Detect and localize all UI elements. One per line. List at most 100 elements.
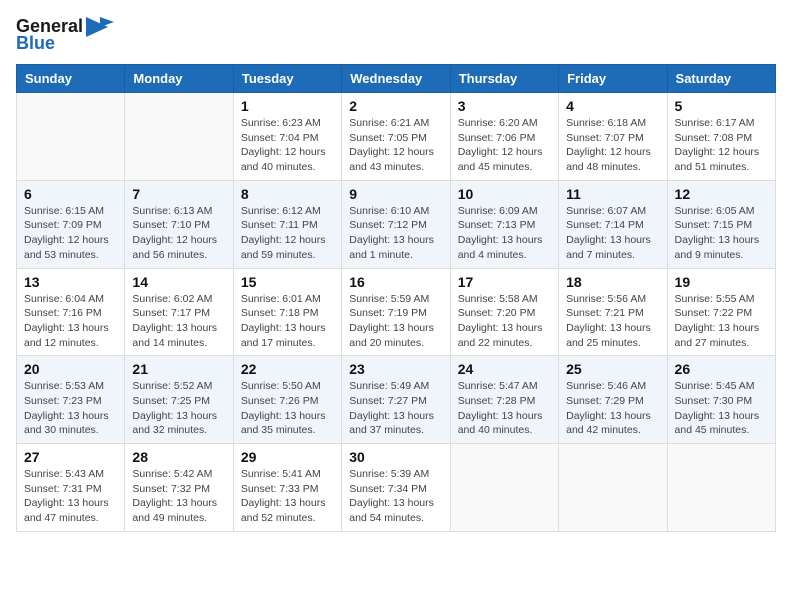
day-number: 30 bbox=[349, 449, 442, 465]
day-info: Sunrise: 6:20 AM Sunset: 7:06 PM Dayligh… bbox=[458, 116, 551, 175]
logo-flag-icon bbox=[86, 17, 114, 37]
calendar-week-row: 6 Sunrise: 6:15 AM Sunset: 7:09 PM Daylig… bbox=[17, 180, 776, 268]
calendar-week-row: 1 Sunrise: 6:23 AM Sunset: 7:04 PM Daylig… bbox=[17, 93, 776, 181]
day-of-week-header: Saturday bbox=[667, 65, 775, 93]
calendar-cell: 15 Sunrise: 6:01 AM Sunset: 7:18 PM Dayli… bbox=[233, 268, 341, 356]
calendar-cell: 19 Sunrise: 5:55 AM Sunset: 7:22 PM Dayli… bbox=[667, 268, 775, 356]
day-number: 29 bbox=[241, 449, 334, 465]
calendar-cell: 13 Sunrise: 6:04 AM Sunset: 7:16 PM Dayli… bbox=[17, 268, 125, 356]
day-number: 12 bbox=[675, 186, 768, 202]
day-number: 15 bbox=[241, 274, 334, 290]
day-of-week-header: Sunday bbox=[17, 65, 125, 93]
day-number: 8 bbox=[241, 186, 334, 202]
calendar-cell bbox=[667, 444, 775, 532]
day-info: Sunrise: 6:12 AM Sunset: 7:11 PM Dayligh… bbox=[241, 204, 334, 263]
calendar-week-row: 27 Sunrise: 5:43 AM Sunset: 7:31 PM Dayli… bbox=[17, 444, 776, 532]
day-info: Sunrise: 5:58 AM Sunset: 7:20 PM Dayligh… bbox=[458, 292, 551, 351]
day-info: Sunrise: 6:17 AM Sunset: 7:08 PM Dayligh… bbox=[675, 116, 768, 175]
day-info: Sunrise: 5:47 AM Sunset: 7:28 PM Dayligh… bbox=[458, 379, 551, 438]
calendar-cell: 28 Sunrise: 5:42 AM Sunset: 7:32 PM Dayli… bbox=[125, 444, 233, 532]
day-info: Sunrise: 6:18 AM Sunset: 7:07 PM Dayligh… bbox=[566, 116, 659, 175]
calendar-cell: 22Sunrise: 5:50 AM Sunset: 7:26 PM Dayli… bbox=[233, 356, 341, 444]
calendar-cell: 12 Sunrise: 6:05 AM Sunset: 7:15 PM Dayli… bbox=[667, 180, 775, 268]
day-info: Sunrise: 5:56 AM Sunset: 7:21 PM Dayligh… bbox=[566, 292, 659, 351]
day-of-week-header: Thursday bbox=[450, 65, 558, 93]
day-info: Sunrise: 5:53 AM Sunset: 7:23 PM Dayligh… bbox=[24, 379, 117, 438]
day-info: Sunrise: 5:46 AM Sunset: 7:29 PM Dayligh… bbox=[566, 379, 659, 438]
calendar-cell: 27 Sunrise: 5:43 AM Sunset: 7:31 PM Dayli… bbox=[17, 444, 125, 532]
day-info: Sunrise: 6:21 AM Sunset: 7:05 PM Dayligh… bbox=[349, 116, 442, 175]
day-number: 20 bbox=[24, 361, 117, 377]
calendar-cell: 14Sunrise: 6:02 AM Sunset: 7:17 PM Dayli… bbox=[125, 268, 233, 356]
day-info: Sunrise: 6:13 AM Sunset: 7:10 PM Dayligh… bbox=[132, 204, 225, 263]
day-number: 6 bbox=[24, 186, 117, 202]
day-number: 14 bbox=[132, 274, 225, 290]
day-info: Sunrise: 5:55 AM Sunset: 7:22 PM Dayligh… bbox=[675, 292, 768, 351]
day-number: 4 bbox=[566, 98, 659, 114]
calendar-cell: 4 Sunrise: 6:18 AM Sunset: 7:07 PM Daylig… bbox=[559, 93, 667, 181]
calendar-cell: 9 Sunrise: 6:10 AM Sunset: 7:12 PM Daylig… bbox=[342, 180, 450, 268]
day-info: Sunrise: 6:10 AM Sunset: 7:12 PM Dayligh… bbox=[349, 204, 442, 263]
calendar-table: SundayMondayTuesdayWednesdayThursdayFrid… bbox=[16, 64, 776, 532]
logo: General Blue bbox=[16, 16, 114, 54]
day-number: 2 bbox=[349, 98, 442, 114]
calendar-cell: 20 Sunrise: 5:53 AM Sunset: 7:23 PM Dayli… bbox=[17, 356, 125, 444]
calendar-cell: 7 Sunrise: 6:13 AM Sunset: 7:10 PM Daylig… bbox=[125, 180, 233, 268]
calendar-cell: 26Sunrise: 5:45 AM Sunset: 7:30 PM Dayli… bbox=[667, 356, 775, 444]
calendar-cell: 8 Sunrise: 6:12 AM Sunset: 7:11 PM Daylig… bbox=[233, 180, 341, 268]
calendar-cell: 6 Sunrise: 6:15 AM Sunset: 7:09 PM Daylig… bbox=[17, 180, 125, 268]
day-number: 10 bbox=[458, 186, 551, 202]
day-of-week-header: Monday bbox=[125, 65, 233, 93]
calendar-cell bbox=[125, 93, 233, 181]
calendar-cell: 17Sunrise: 5:58 AM Sunset: 7:20 PM Dayli… bbox=[450, 268, 558, 356]
logo-blue-text: Blue bbox=[16, 33, 55, 54]
day-info: Sunrise: 6:01 AM Sunset: 7:18 PM Dayligh… bbox=[241, 292, 334, 351]
day-number: 25 bbox=[566, 361, 659, 377]
day-info: Sunrise: 5:42 AM Sunset: 7:32 PM Dayligh… bbox=[132, 467, 225, 526]
calendar-cell bbox=[559, 444, 667, 532]
day-info: Sunrise: 6:23 AM Sunset: 7:04 PM Dayligh… bbox=[241, 116, 334, 175]
day-info: Sunrise: 5:49 AM Sunset: 7:27 PM Dayligh… bbox=[349, 379, 442, 438]
day-info: Sunrise: 5:52 AM Sunset: 7:25 PM Dayligh… bbox=[132, 379, 225, 438]
calendar-cell: 1 Sunrise: 6:23 AM Sunset: 7:04 PM Daylig… bbox=[233, 93, 341, 181]
day-number: 23 bbox=[349, 361, 442, 377]
calendar-cell: 10Sunrise: 6:09 AM Sunset: 7:13 PM Dayli… bbox=[450, 180, 558, 268]
calendar-cell: 21 Sunrise: 5:52 AM Sunset: 7:25 PM Dayli… bbox=[125, 356, 233, 444]
calendar-cell: 2 Sunrise: 6:21 AM Sunset: 7:05 PM Daylig… bbox=[342, 93, 450, 181]
day-of-week-header: Friday bbox=[559, 65, 667, 93]
day-number: 13 bbox=[24, 274, 117, 290]
day-info: Sunrise: 6:05 AM Sunset: 7:15 PM Dayligh… bbox=[675, 204, 768, 263]
day-info: Sunrise: 5:59 AM Sunset: 7:19 PM Dayligh… bbox=[349, 292, 442, 351]
day-number: 11 bbox=[566, 186, 659, 202]
calendar-cell bbox=[17, 93, 125, 181]
calendar-cell: 23 Sunrise: 5:49 AM Sunset: 7:27 PM Dayli… bbox=[342, 356, 450, 444]
day-number: 28 bbox=[132, 449, 225, 465]
calendar-cell: 18 Sunrise: 5:56 AM Sunset: 7:21 PM Dayli… bbox=[559, 268, 667, 356]
calendar-cell bbox=[450, 444, 558, 532]
page-header: General Blue bbox=[16, 16, 776, 54]
day-number: 1 bbox=[241, 98, 334, 114]
day-info: Sunrise: 6:15 AM Sunset: 7:09 PM Dayligh… bbox=[24, 204, 117, 263]
day-number: 21 bbox=[132, 361, 225, 377]
calendar-cell: 11Sunrise: 6:07 AM Sunset: 7:14 PM Dayli… bbox=[559, 180, 667, 268]
day-number: 18 bbox=[566, 274, 659, 290]
day-number: 27 bbox=[24, 449, 117, 465]
calendar-cell: 3Sunrise: 6:20 AM Sunset: 7:06 PM Daylig… bbox=[450, 93, 558, 181]
day-number: 19 bbox=[675, 274, 768, 290]
day-of-week-header: Tuesday bbox=[233, 65, 341, 93]
day-number: 16 bbox=[349, 274, 442, 290]
day-of-week-header: Wednesday bbox=[342, 65, 450, 93]
day-number: 7 bbox=[132, 186, 225, 202]
day-info: Sunrise: 5:43 AM Sunset: 7:31 PM Dayligh… bbox=[24, 467, 117, 526]
calendar-cell: 29 Sunrise: 5:41 AM Sunset: 7:33 PM Dayli… bbox=[233, 444, 341, 532]
calendar-cell: 5 Sunrise: 6:17 AM Sunset: 7:08 PM Daylig… bbox=[667, 93, 775, 181]
day-info: Sunrise: 5:41 AM Sunset: 7:33 PM Dayligh… bbox=[241, 467, 334, 526]
calendar-header-row: SundayMondayTuesdayWednesdayThursdayFrid… bbox=[17, 65, 776, 93]
calendar-cell: 30Sunrise: 5:39 AM Sunset: 7:34 PM Dayli… bbox=[342, 444, 450, 532]
calendar-cell: 16 Sunrise: 5:59 AM Sunset: 7:19 PM Dayli… bbox=[342, 268, 450, 356]
day-info: Sunrise: 6:04 AM Sunset: 7:16 PM Dayligh… bbox=[24, 292, 117, 351]
day-number: 26 bbox=[675, 361, 768, 377]
day-number: 24 bbox=[458, 361, 551, 377]
day-number: 5 bbox=[675, 98, 768, 114]
day-number: 9 bbox=[349, 186, 442, 202]
